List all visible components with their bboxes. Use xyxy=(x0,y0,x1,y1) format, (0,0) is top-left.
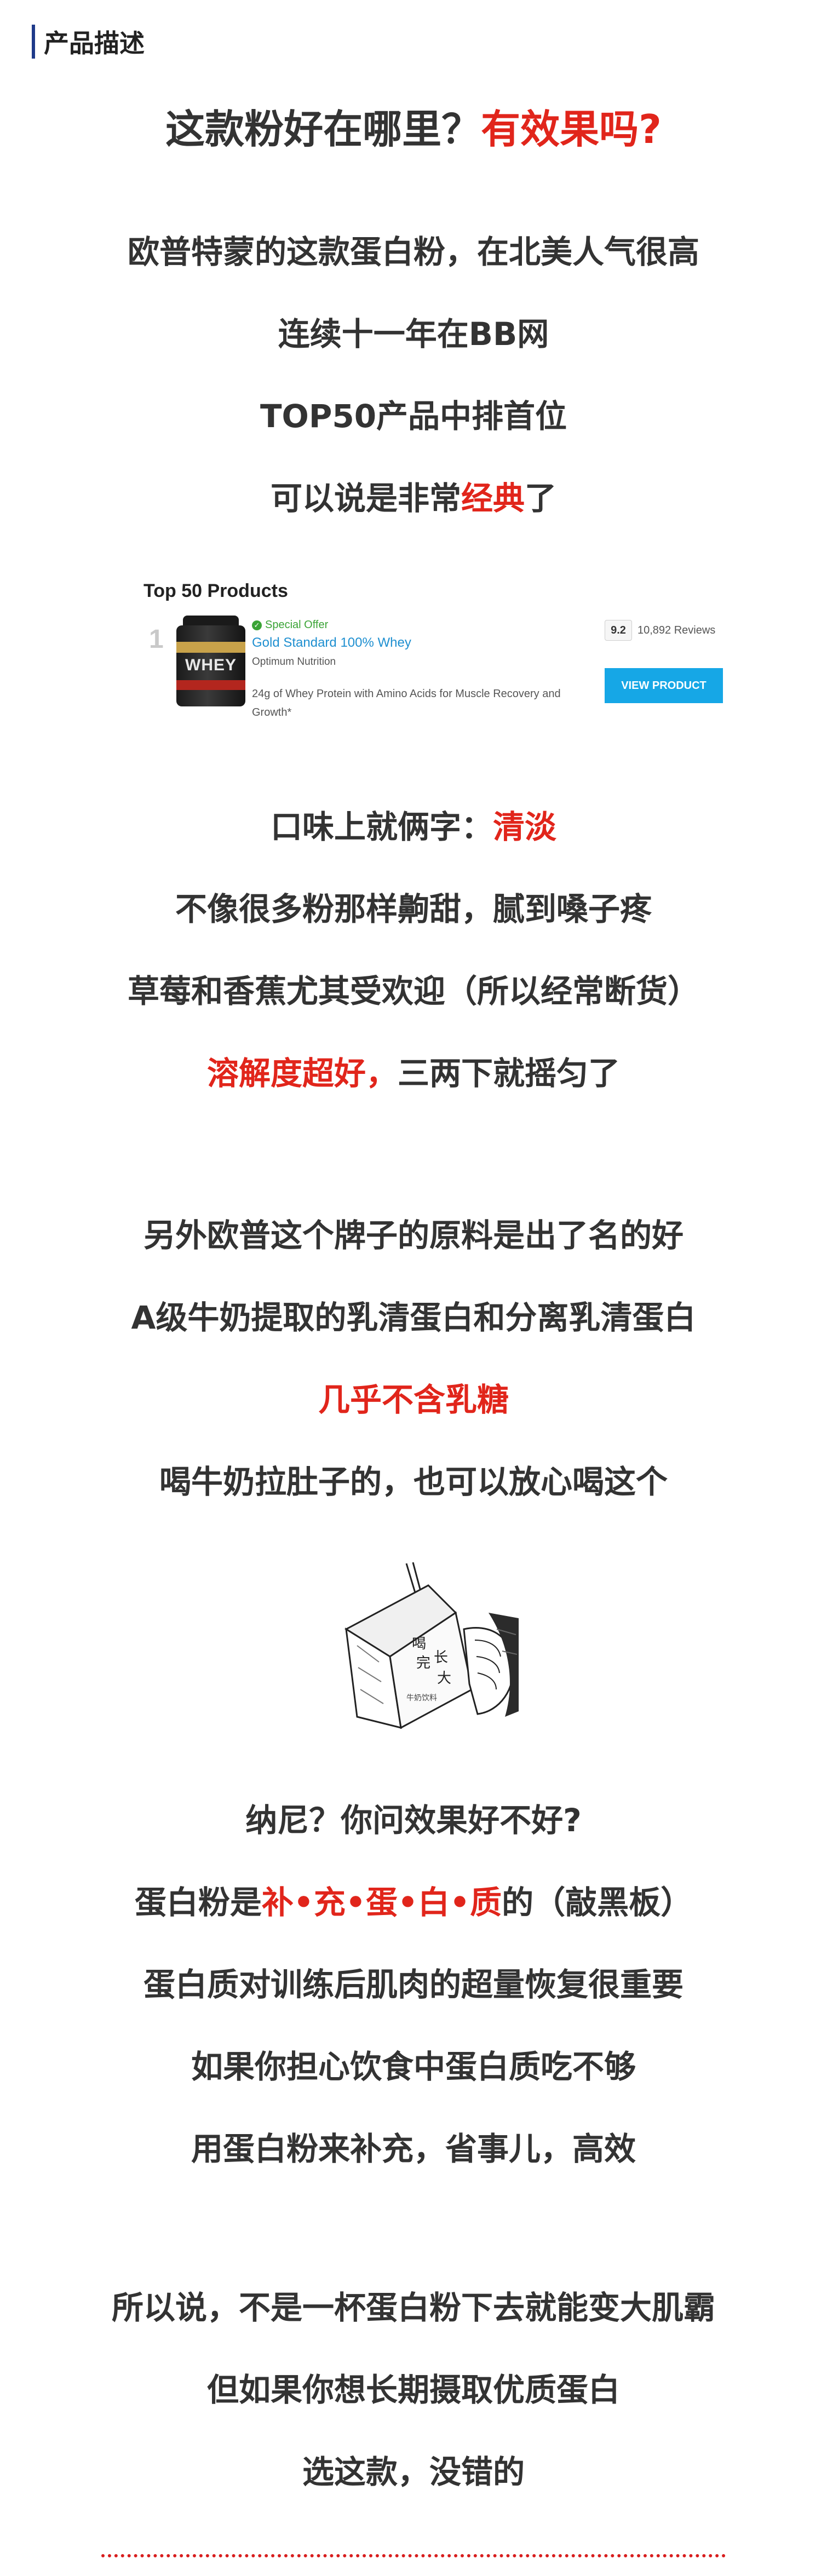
carton-char: 喝 xyxy=(412,1636,426,1652)
text-line: 草莓和香蕉尤其受欢迎（所以经常断货） xyxy=(127,973,699,1010)
text-line: 可以说是非常经典了 xyxy=(0,476,827,520)
text-line: 口味上就俩字：清淡 xyxy=(0,805,827,849)
tub-gold-band xyxy=(176,642,245,653)
rating-badge: 9.2 xyxy=(605,620,632,641)
text-part: 蛋白粉是 xyxy=(134,1884,262,1921)
highlight-line: 几乎不含乳糖 xyxy=(318,1381,509,1418)
carton-char: 完 xyxy=(416,1655,430,1671)
headline: 这款粉好在哪里？有效果吗? xyxy=(0,103,827,156)
special-offer-badge: ✓ Special Offer xyxy=(252,619,328,631)
check-icon: ✓ xyxy=(252,620,262,630)
text-line: 蛋白粉是补•充•蛋•白•质的（敲黑板） xyxy=(0,1881,827,1924)
text-line: 但如果你想长期摄取优质蛋白 xyxy=(206,2371,620,2408)
special-offer-label: Special Offer xyxy=(265,619,329,631)
text-line: 不像很多粉那样齁甜，腻到嗓子疼 xyxy=(175,890,652,928)
headline-part1: 这款粉好在哪里？ xyxy=(165,106,481,152)
view-product-button[interactable]: VIEW PRODUCT xyxy=(605,668,723,703)
text-line: 用蛋白粉来补充，省事儿，高效 xyxy=(191,2130,636,2167)
text-line: TOP50产品中排首位 xyxy=(260,398,567,435)
text-line: 选这款，没错的 xyxy=(302,2453,525,2491)
tub-red-stripe xyxy=(176,680,245,690)
highlight-text: 清淡 xyxy=(493,808,557,846)
product-description: 24g of Whey Protein with Amino Acids for… xyxy=(252,688,561,718)
section-title: 产品描述 xyxy=(44,28,145,58)
text-line: 喝牛奶拉肚子的，也可以放心喝这个 xyxy=(159,1463,668,1500)
text-line: 另外欧普这个牌子的原料是出了名的好 xyxy=(143,1217,684,1254)
text-line: 如果你担心饮食中蛋白质吃不够 xyxy=(191,2048,636,2085)
text-line: 欧普特蒙的这款蛋白粉，在北美人气很高 xyxy=(127,233,699,271)
headline-part2: 有效果吗? xyxy=(481,106,662,152)
highlight-text: 经典 xyxy=(461,480,525,517)
highlight-text: 溶解度超好， xyxy=(206,1055,398,1092)
text-part: 的（敲黑板） xyxy=(502,1884,693,1921)
text-part: 口味上就俩字： xyxy=(270,808,493,846)
card-title: Top 50 Products xyxy=(143,580,288,601)
product-name-link[interactable]: Gold Standard 100% Whey xyxy=(252,635,411,651)
carton-char: 长 xyxy=(434,1649,448,1666)
text-line: 连续十一年在BB网 xyxy=(278,315,549,353)
tub-label: WHEY xyxy=(185,656,237,674)
dotted-divider xyxy=(101,2554,726,2557)
product-image[interactable]: WHEY xyxy=(176,616,245,706)
text-line: 溶解度超好，三两下就摇匀了 xyxy=(0,1051,827,1095)
product-brand: Optimum Nutrition xyxy=(252,656,336,668)
milk-carton-illustration: 喝 完 长 大 牛奶饮料 xyxy=(324,1553,521,1750)
tub-body: WHEY xyxy=(176,625,245,706)
carton-char: 大 xyxy=(437,1670,451,1687)
carton-small-text: 牛奶饮料 xyxy=(406,1694,437,1703)
top50-product-card: Top 50 Products 1 WHEY ✓ Special Offer G… xyxy=(143,580,724,739)
milk-carton-drawing: 喝 完 长 大 牛奶饮料 xyxy=(344,1562,519,1729)
section-header: 产品描述 xyxy=(32,25,145,59)
header-accent-bar xyxy=(32,25,35,59)
text-line: 纳尼？你问效果好不好? xyxy=(245,1802,582,1839)
text-part: 可以说是非常 xyxy=(270,480,461,517)
highlight-text: 补•充•蛋•白•质 xyxy=(261,1884,502,1921)
review-count[interactable]: 10,892 Reviews xyxy=(638,624,715,637)
text-line: A级牛奶提取的乳清蛋白和分离乳清蛋白 xyxy=(131,1299,696,1336)
rank-number: 1 xyxy=(149,625,164,654)
text-line: 所以说，不是一杯蛋白粉下去就能变大肌霸 xyxy=(111,2289,715,2326)
text-part: 了 xyxy=(525,480,557,517)
text-part: 三两下就摇匀了 xyxy=(398,1055,621,1092)
text-line: 蛋白质对训练后肌肉的超量恢复很重要 xyxy=(143,1966,684,2003)
